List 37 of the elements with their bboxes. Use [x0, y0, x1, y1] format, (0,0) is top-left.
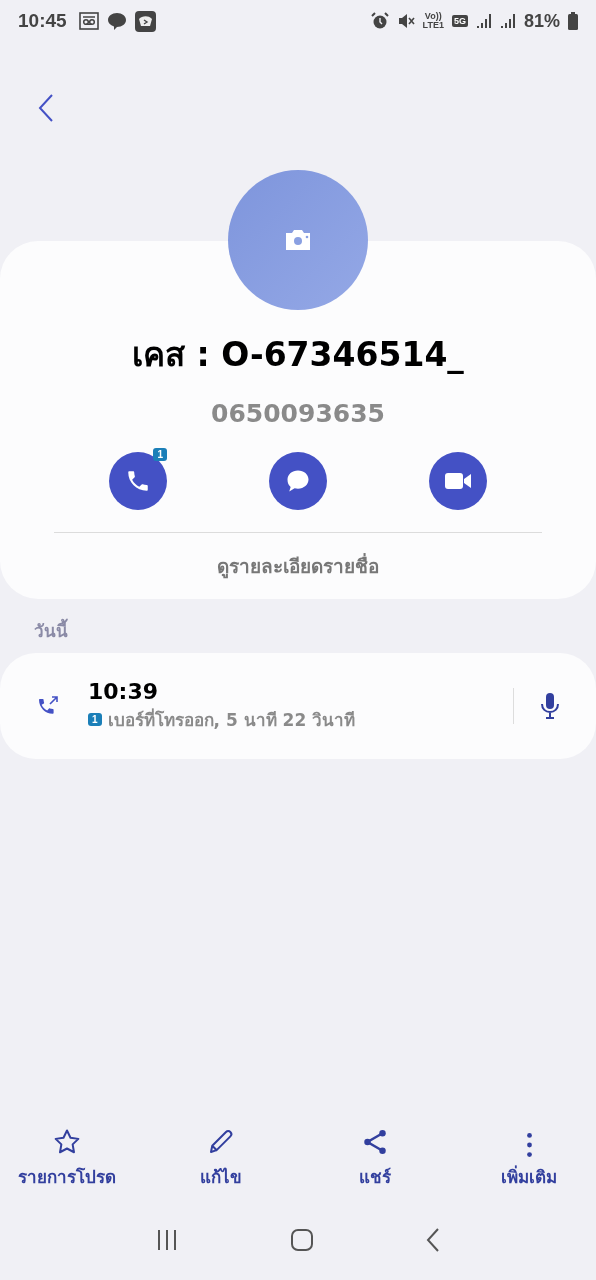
app-icon [134, 10, 156, 32]
contact-name: เคส : O-67346514_ [132, 334, 464, 376]
edit-button[interactable]: แก้ไข [144, 1127, 298, 1190]
back-nav-button[interactable] [424, 1227, 441, 1253]
microphone-icon[interactable] [540, 692, 560, 720]
battery-percent: 81% [523, 10, 560, 32]
video-button[interactable] [429, 452, 487, 510]
sim-badge: 1 [88, 713, 102, 726]
network-label: 5G [451, 15, 468, 27]
camera-icon [283, 228, 313, 252]
signal-icon [499, 12, 516, 30]
status-time: 10:45 [18, 10, 67, 32]
section-header: วันนี้ [0, 599, 596, 653]
home-icon [290, 1228, 314, 1252]
more-button[interactable]: เพิ่มเติม [452, 1127, 596, 1190]
share-button[interactable]: แชร์ [298, 1127, 452, 1190]
chevron-left-icon [424, 1227, 441, 1253]
message-button[interactable] [269, 452, 327, 510]
alarm-icon [370, 12, 389, 30]
more-icon [526, 1133, 532, 1157]
sim-badge: 1 [153, 448, 167, 461]
favorite-button[interactable]: รายการโปรด [0, 1127, 144, 1190]
chat-app-icon [106, 11, 127, 31]
call-log-item[interactable]: 10:39 1 เบอร์ที่โทรออก, 5 นาที 22 วินาที [0, 653, 596, 759]
mute-icon [396, 12, 415, 30]
voicemail-icon [78, 12, 99, 30]
lte-label: LTE1 [422, 21, 444, 30]
chevron-left-icon [38, 93, 54, 123]
volte-label: Vo)) [424, 12, 442, 21]
battery-icon [568, 12, 578, 30]
call-time: 10:39 [88, 679, 160, 704]
phone-icon [125, 468, 151, 494]
phone-number: 0650093635 [211, 399, 385, 428]
home-button[interactable] [290, 1228, 314, 1252]
view-details-link[interactable]: ดูรายละเอียดรายชื่อ [217, 551, 379, 581]
call-description: เบอร์ที่โทรออก, 5 นาที 22 วินาที [107, 707, 356, 732]
signal-icon [475, 12, 492, 30]
